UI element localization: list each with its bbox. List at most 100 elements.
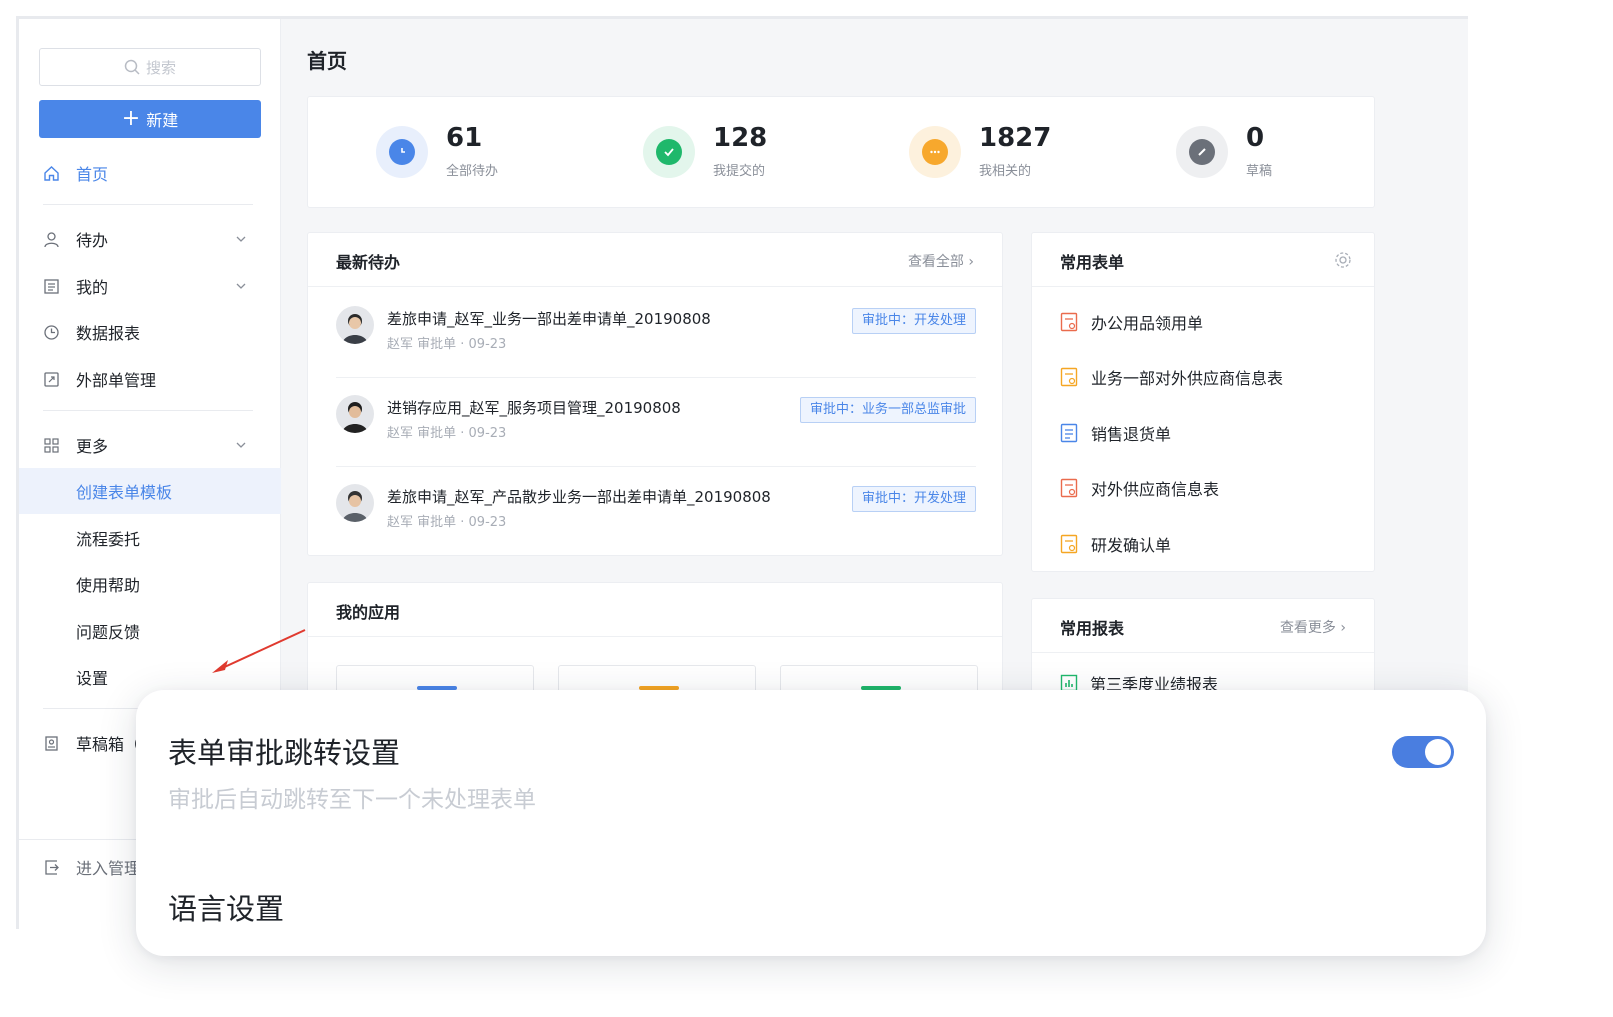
approval-jump-toggle[interactable]: [1392, 736, 1454, 768]
form-label: 办公用品领用单: [1091, 314, 1204, 333]
divider: [43, 204, 253, 205]
view-all-link[interactable]: 查看全部 ›: [908, 251, 974, 271]
plus-icon: +: [121, 106, 141, 131]
stat-value: 0: [1246, 123, 1265, 153]
stat-drafts[interactable]: 0 草稿: [1176, 123, 1396, 183]
form-item[interactable]: 业务一部对外供应商信息表: [1060, 362, 1283, 392]
stat-submitted[interactable]: 128 我提交的: [643, 123, 863, 183]
clock-icon: [389, 139, 415, 165]
todo-row[interactable]: 差旅申请_赵军_业务一部出差申请单_20190808 赵军 审批单 · 09-2…: [336, 288, 976, 377]
home-icon: [44, 166, 59, 181]
avatar: [336, 484, 374, 522]
stat-related[interactable]: 1827 我相关的: [909, 123, 1129, 183]
chevron-down-icon: [236, 236, 246, 242]
external-doc-icon: [44, 372, 59, 387]
todo-row[interactable]: 进销存应用_赵军_服务项目管理_20190808 赵军 审批单 · 09-23 …: [336, 377, 976, 466]
stat-label: 我提交的: [713, 164, 766, 179]
stat-all-todo[interactable]: 61 全部待办: [376, 123, 596, 183]
gear-icon[interactable]: [1334, 251, 1352, 269]
sidebar-item-label: 创建表单模板: [76, 483, 173, 502]
form-doc-icon: [1060, 312, 1078, 332]
toggle-knob: [1425, 739, 1451, 765]
sidebar-item-delegation[interactable]: 流程委托: [19, 515, 281, 561]
user-icon: [44, 232, 59, 248]
form-label: 销售退货单: [1091, 425, 1172, 444]
form-doc-icon: [1060, 367, 1078, 387]
sidebar-item-label: 更多: [76, 437, 109, 456]
form-doc-icon: [1060, 423, 1078, 443]
sidebar-item-label: 问题反馈: [76, 623, 141, 642]
card-header: 最新待办 查看全部 ›: [308, 233, 1002, 287]
sidebar-item-label: 流程委托: [76, 530, 141, 549]
todo-title: 差旅申请_赵军_业务一部出差申请单_20190808: [387, 310, 711, 328]
avatar: [336, 395, 374, 433]
stat-label: 全部待办: [446, 164, 499, 179]
stat-label: 我相关的: [979, 164, 1032, 179]
form-item[interactable]: 销售退货单: [1060, 418, 1171, 448]
grid-icon: [44, 438, 59, 453]
view-all-label: 查看全部: [907, 254, 964, 270]
sidebar-item-more[interactable]: 更多: [19, 422, 281, 468]
status-badge: 审批中：开发处理: [851, 486, 976, 512]
status-badge: 审批中：业务一部总监审批: [799, 397, 976, 423]
chevron-down-icon: [236, 442, 246, 448]
sidebar-item-label: 我的: [76, 278, 109, 297]
view-more-link[interactable]: 查看更多 ›: [1280, 617, 1346, 637]
language-settings-title[interactable]: 语言设置: [168, 886, 284, 928]
sidebar-item-label: 数据报表: [76, 324, 141, 343]
sidebar-item-label: 首页: [76, 165, 109, 184]
sidebar-item-todo[interactable]: 待办: [19, 216, 281, 262]
form-item[interactable]: 对外供应商信息表: [1060, 473, 1219, 503]
sidebar-item-help[interactable]: 使用帮助: [19, 561, 281, 607]
todo-meta: 赵军 审批单 · 09-23: [387, 337, 507, 352]
form-item[interactable]: 办公用品领用单: [1060, 307, 1203, 337]
approval-jump-title: 表单审批跳转设置: [168, 736, 401, 770]
settings-popover: 表单审批跳转设置 审批后自动跳转至下一个未处理表单 语言设置: [136, 690, 1486, 956]
view-more-label: 查看更多: [1279, 620, 1336, 636]
latest-todo-card: 最新待办 查看全部 › 差旅申请_赵军_业务一部出差申请单_20190808 赵…: [307, 232, 1003, 556]
stat-label: 草稿: [1246, 164, 1273, 179]
todo-meta: 赵军 审批单 · 09-23: [387, 515, 507, 530]
sidebar-item-label: 设置: [76, 669, 109, 688]
todo-meta: 赵军 审批单 · 09-23: [387, 426, 507, 441]
chevron-down-icon: [236, 283, 246, 289]
sidebar-item-home[interactable]: 首页: [19, 150, 281, 196]
sidebar-item-label: 外部单管理: [76, 371, 157, 390]
stat-icon-bg: [1176, 126, 1228, 178]
form-item[interactable]: 研发确认单: [1060, 529, 1171, 559]
more-dots-icon: [922, 139, 948, 165]
enter-admin-icon: [45, 860, 59, 875]
draft-icon: [45, 736, 58, 751]
approval-jump-description: 审批后自动跳转至下一个未处理表单: [168, 787, 536, 813]
form-label: 研发确认单: [1091, 536, 1172, 555]
card-header: 常用表单: [1032, 233, 1374, 287]
list-icon: [44, 279, 59, 294]
sidebar-item-create-template[interactable]: 创建表单模板: [19, 468, 281, 514]
card-header: 我的应用: [308, 583, 1002, 637]
todo-title: 进销存应用_赵军_服务项目管理_20190808: [387, 399, 681, 417]
sidebar-item-label: 使用帮助: [76, 576, 141, 595]
card-title: 最新待办: [336, 253, 401, 272]
stats-card: 61 全部待办 128 我提交的 1827 我相关的 0 草稿: [307, 96, 1375, 208]
stat-value: 1827: [979, 123, 1052, 153]
sidebar-item-external[interactable]: 外部单管理: [19, 356, 281, 402]
form-doc-icon: [1060, 534, 1078, 554]
stat-icon-bg: [376, 126, 428, 178]
search-icon: [124, 59, 140, 75]
search-input[interactable]: 搜索: [39, 48, 261, 86]
check-icon: [656, 139, 682, 165]
sidebar-item-mine[interactable]: 我的: [19, 263, 281, 309]
todo-row[interactable]: 差旅申请_赵军_产品散步业务一部出差申请单_20190808 赵军 审批单 · …: [336, 466, 976, 555]
status-badge: 审批中：开发处理: [851, 308, 976, 334]
divider: [43, 410, 253, 411]
todo-title: 差旅申请_赵军_产品散步业务一部出差申请单_20190808: [387, 488, 771, 506]
page-title: 首页: [307, 49, 347, 73]
sidebar-item-label: 待办: [76, 231, 109, 250]
stat-value: 128: [713, 123, 768, 153]
card-header: 常用报表 查看更多 ›: [1032, 599, 1374, 653]
stat-icon-bg: [909, 126, 961, 178]
card-title: 常用报表: [1060, 619, 1125, 638]
stat-icon-bg: [643, 126, 695, 178]
sidebar-item-reports[interactable]: 数据报表: [19, 309, 281, 355]
new-button[interactable]: + 新建: [39, 100, 261, 138]
